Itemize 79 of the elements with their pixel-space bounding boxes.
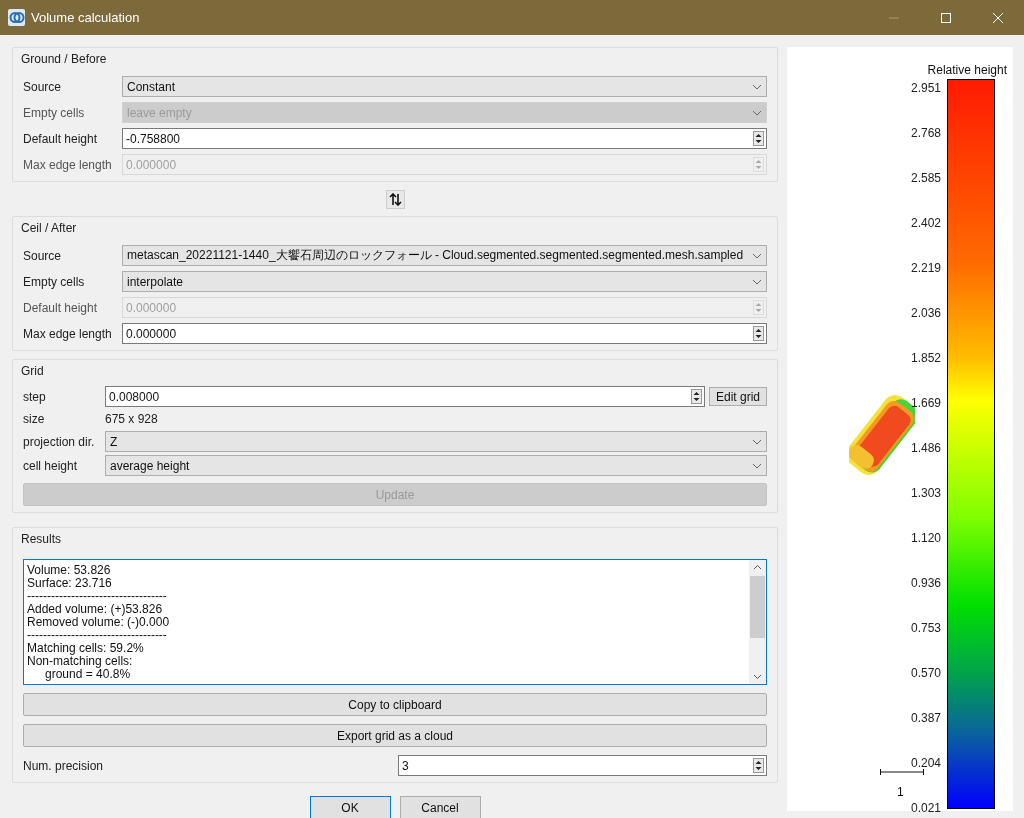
scale-bar-icon (880, 769, 924, 775)
spinner-icon[interactable] (753, 326, 764, 341)
chevron-icon (752, 278, 762, 285)
action-button[interactable]: Copy to clipboard (23, 693, 767, 716)
chevron-icon (752, 462, 762, 469)
legend-tick-label: 2.402 (910, 216, 941, 230)
legend-tick-label: 1.120 (910, 531, 941, 545)
legend-tick-label: 0.570 (910, 666, 941, 680)
result-line: ----------------------------------- (27, 590, 168, 603)
scrollbar[interactable] (749, 560, 766, 684)
legend-title: Relative height (927, 63, 1007, 77)
swap-button[interactable] (385, 189, 405, 209)
scale-label: 1 (897, 785, 904, 799)
dialog-button[interactable]: Cancel (399, 796, 481, 818)
window-title: Volume calculation (31, 10, 141, 25)
results-text-area[interactable] (23, 559, 767, 685)
legend-tick-label: 2.036 (910, 306, 941, 320)
field-label: step (23, 389, 47, 404)
chevron-icon (752, 109, 762, 116)
dropdown[interactable]: Constant (122, 76, 767, 97)
group-title: Ceil / After (21, 221, 78, 235)
result-line: Removed volume: (-)0.000 (27, 616, 171, 629)
legend-tick-label: 0.021 (910, 801, 941, 815)
field-value: 675 x 928 (105, 412, 158, 426)
result-line: Non-matching cells: (27, 655, 134, 668)
dropdown[interactable]: Z (105, 431, 767, 452)
legend-tick-label: 2.951 (910, 81, 941, 95)
legend-tick-label: 2.585 (910, 171, 941, 185)
close-icon (993, 12, 1003, 23)
field-label: Max edge length (23, 326, 113, 341)
legend-tick-label: 1.852 (910, 351, 941, 365)
field-label: Num. precision (23, 758, 105, 773)
legend-tick-label: 0.753 (910, 621, 941, 635)
legend-tick-label: 1.303 (910, 486, 941, 500)
field-label: projection dir. (23, 434, 96, 449)
legend-tick-label: 2.768 (910, 126, 941, 140)
spinner-icon[interactable] (753, 131, 764, 146)
spin-field[interactable]: 0.000000 (122, 323, 767, 344)
legend-tick-label: 0.936 (910, 576, 941, 590)
result-line: ----------------------------------- (27, 629, 167, 642)
group-title: Grid (21, 364, 45, 378)
dropdown[interactable]: metascan_20221121-1440_大饗石周辺のロックフォール - Cloud.segmented.segmented.segmented.mesh.sampled (122, 245, 767, 266)
field-label: Empty cells (23, 105, 86, 120)
action-button[interactable]: Export grid as a cloud (23, 724, 767, 747)
field-label: Default height (23, 131, 99, 146)
chevron-icon (752, 252, 762, 259)
legend-tick-label: 2.219 (910, 261, 941, 275)
group-title: Results (21, 532, 62, 546)
field-label: cell height (23, 458, 79, 473)
app-icon (8, 9, 25, 26)
group-title: Ground / Before (21, 52, 108, 66)
chevron-icon (752, 438, 762, 445)
chevron-icon (752, 83, 762, 90)
legend-tick-label: 0.204 (910, 756, 941, 770)
swap-icon (388, 192, 402, 206)
spin-field[interactable]: 3 (398, 755, 767, 776)
result-line: Added volume: (+)53.826 (27, 603, 164, 616)
spin-field[interactable]: 0.008000 (105, 386, 705, 407)
result-line: Surface: 23.716 (27, 577, 113, 590)
result-line: ground = 40.8% (45, 668, 132, 681)
dropdown[interactable]: interpolate (122, 271, 767, 292)
field-label: Default height (23, 300, 99, 315)
field-label: Source (23, 248, 63, 263)
legend-tick-label: 0.387 (910, 711, 941, 725)
maximize-icon (941, 12, 951, 23)
spin-field[interactable]: -0.758800 (122, 128, 767, 149)
dropdown[interactable]: average height (105, 455, 767, 476)
legend-tick-label: 1.486 (910, 441, 941, 455)
spinner-icon[interactable] (753, 758, 764, 773)
field-label: Max edge length (23, 157, 113, 172)
result-line: Matching cells: 59.2% (27, 642, 145, 655)
field-label: size (23, 412, 46, 426)
edit-grid-button[interactable]: Edit grid (708, 387, 767, 406)
field-label: Source (23, 79, 63, 94)
dialog-button[interactable]: OK (309, 796, 391, 818)
field-label: Empty cells (23, 274, 86, 289)
spinner-icon[interactable] (690, 389, 702, 404)
legend-tick-label: 1.669 (910, 396, 941, 410)
result-line: Volume: 53.826 (27, 564, 112, 577)
